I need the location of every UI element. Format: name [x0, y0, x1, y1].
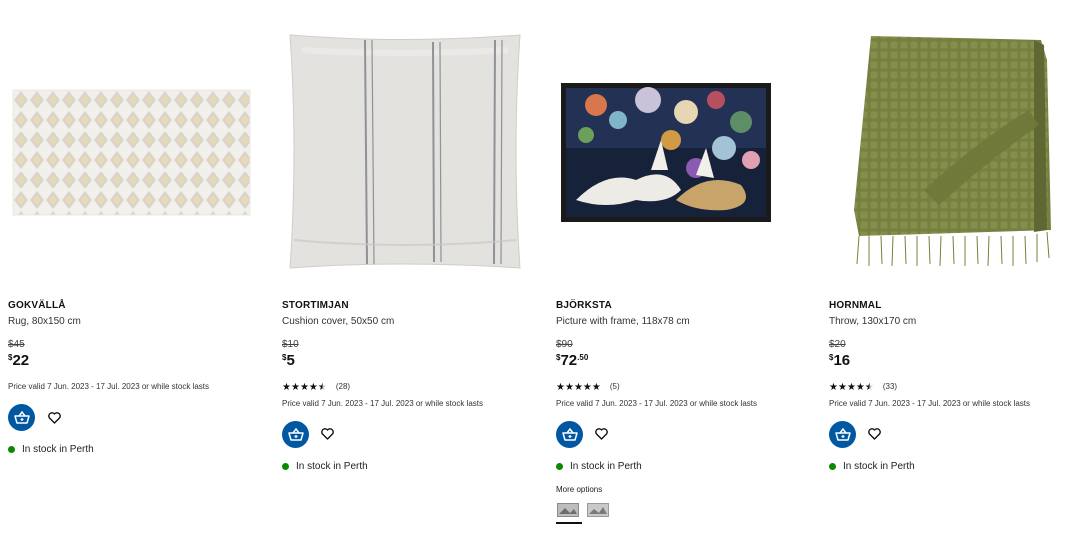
stock-text: In stock in Perth: [843, 461, 915, 472]
stock-status-dot: [282, 463, 289, 470]
product-description: Rug, 80x150 cm: [8, 316, 81, 327]
price-integer: 72: [560, 352, 578, 369]
stock-status: In stock in Perth: [8, 444, 94, 455]
price-currency: $: [829, 353, 834, 362]
stock-status-dot: [829, 463, 836, 470]
product-description: Cushion cover, 50x50 cm: [282, 316, 395, 327]
product-image-stortimjan[interactable]: [282, 0, 542, 290]
product-image-bjorksta[interactable]: [556, 0, 816, 290]
old-price: $10: [282, 339, 299, 350]
product-name[interactable]: GOKVÄLLÅ: [8, 300, 66, 311]
add-to-cart-button[interactable]: [282, 421, 309, 448]
product-name[interactable]: HORNMAL: [829, 300, 882, 311]
variant-selected-indicator: [556, 522, 582, 524]
more-options-label: More options: [556, 485, 603, 494]
star-icon: ★: [282, 382, 291, 393]
add-to-favourites-button[interactable]: [593, 426, 609, 442]
product-rating[interactable]: ★★★★★ (28): [282, 377, 350, 395]
add-to-favourites-button[interactable]: [319, 426, 335, 442]
star-icon: ★: [573, 382, 583, 393]
rating-count: (5): [609, 381, 620, 391]
add-to-cart-icon: [13, 410, 30, 424]
star-icon: ★: [290, 382, 300, 393]
product-card-hornmal: HORNMAL Throw, 130x170 cm $20 $16 ★★★★★ …: [829, 0, 1080, 548]
rating-stars: ★★★★★: [829, 377, 874, 395]
stock-status: In stock in Perth: [829, 461, 915, 472]
rating-count: (28): [335, 381, 351, 391]
add-to-cart-button[interactable]: [829, 421, 856, 448]
star-icon: ★: [829, 382, 838, 393]
stock-status-dot: [556, 463, 563, 470]
add-to-cart-button[interactable]: [556, 421, 583, 448]
current-price: $5: [282, 352, 295, 370]
star-icon: ★: [582, 382, 592, 393]
product-description: Throw, 130x170 cm: [829, 316, 917, 327]
stock-status: In stock in Perth: [282, 461, 368, 472]
product-name[interactable]: BJÖRKSTA: [556, 300, 612, 311]
star-icon: ★: [308, 382, 318, 393]
price-decimal: .50: [577, 353, 589, 362]
star-icon: ★: [556, 382, 565, 393]
current-price: $72.50: [556, 352, 588, 370]
current-price: $16: [829, 352, 850, 370]
price-integer: 5: [286, 352, 295, 369]
product-image-hornmal[interactable]: [829, 0, 1080, 290]
price-validity: Price valid 7 Jun. 2023 - 17 Jul. 2023 o…: [556, 399, 757, 408]
add-to-cart-icon: [287, 427, 304, 441]
add-to-cart-button[interactable]: [8, 404, 35, 431]
product-rating[interactable]: ★★★★★ (5): [556, 377, 620, 395]
star-icon: ★: [564, 382, 574, 393]
product-card-gokvalla: GOKVÄLLÅ Rug, 80x150 cm $45 $22 Price va…: [8, 0, 268, 548]
stock-text: In stock in Perth: [570, 461, 642, 472]
old-price: $90: [556, 339, 573, 350]
price-currency: $: [8, 353, 13, 362]
current-price: $22: [8, 352, 29, 370]
star-icon: ★: [855, 382, 865, 393]
heart-icon: [47, 412, 61, 424]
heart-icon: [320, 428, 334, 440]
star-icon: ★: [299, 382, 309, 393]
price-validity: Price valid 7 Jun. 2023 - 17 Jul. 2023 o…: [829, 399, 1030, 408]
product-card-stortimjan: STORTIMJAN Cushion cover, 50x50 cm $10 $…: [282, 0, 542, 548]
price-validity: Price valid 7 Jun. 2023 - 17 Jul. 2023 o…: [282, 399, 483, 408]
product-image-gokvalla[interactable]: [8, 0, 268, 290]
price-validity: Price valid 7 Jun. 2023 - 17 Jul. 2023 o…: [8, 382, 209, 391]
rating-stars: ★★★★★: [282, 377, 327, 395]
heart-icon: [594, 428, 608, 440]
stock-text: In stock in Perth: [22, 444, 94, 455]
star-icon: ★: [591, 382, 601, 393]
variant-thumbnail[interactable]: [557, 503, 579, 517]
star-icon: ★: [837, 382, 847, 393]
variant-thumbnail[interactable]: [587, 503, 609, 517]
price-integer: 16: [833, 352, 851, 369]
price-currency: $: [556, 353, 561, 362]
product-description: Picture with frame, 118x78 cm: [556, 316, 690, 327]
old-price: $45: [8, 339, 25, 350]
price-integer: 22: [12, 352, 30, 369]
product-card-bjorksta: BJÖRKSTA Picture with frame, 118x78 cm $…: [556, 0, 816, 548]
star-icon: ★: [846, 382, 856, 393]
stock-text: In stock in Perth: [296, 461, 368, 472]
add-to-favourites-button[interactable]: [866, 426, 882, 442]
product-rating[interactable]: ★★★★★ (33): [829, 377, 897, 395]
add-to-favourites-button[interactable]: [46, 410, 62, 426]
stock-status-dot: [8, 446, 15, 453]
star-icon: ★: [317, 382, 327, 393]
price-currency: $: [282, 353, 287, 362]
product-name[interactable]: STORTIMJAN: [282, 300, 349, 311]
add-to-cart-icon: [834, 427, 851, 441]
rating-stars: ★★★★★: [556, 377, 601, 395]
star-icon: ★: [864, 382, 874, 393]
stock-status: In stock in Perth: [556, 461, 642, 472]
rating-count: (33): [882, 381, 898, 391]
heart-icon: [867, 428, 881, 440]
old-price: $20: [829, 339, 846, 350]
add-to-cart-icon: [561, 427, 578, 441]
